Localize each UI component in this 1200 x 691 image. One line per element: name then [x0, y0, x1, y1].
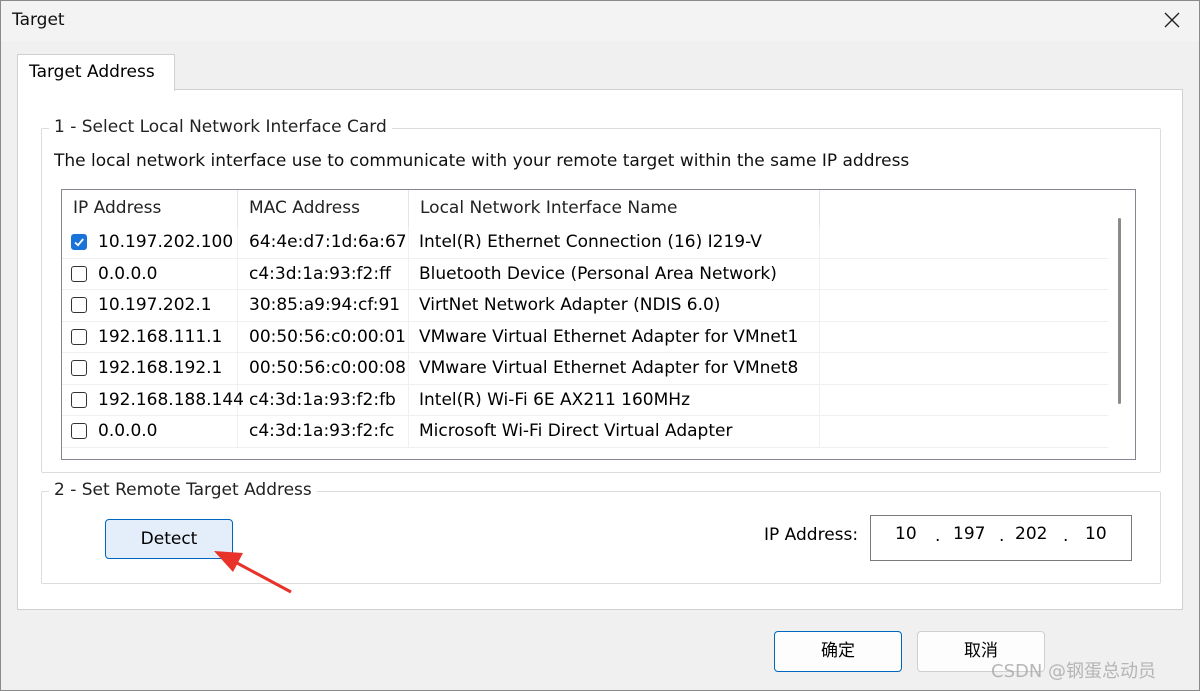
cell-ip: 10.197.202.1	[62, 290, 238, 321]
detect-button[interactable]: Detect	[105, 519, 233, 559]
row-checkbox[interactable]	[71, 360, 87, 376]
network-interface-list[interactable]: IP Address MAC Address Local Network Int…	[61, 189, 1136, 460]
interface-name-text: Intel(R) Wi-Fi 6E AX211 160MHz	[419, 389, 690, 410]
cell-interface-name: Intel(R) Wi-Fi 6E AX211 160MHz	[409, 384, 820, 416]
ip-octet-4[interactable]: 10	[1085, 524, 1107, 544]
cell-mac: 30:85:a9:94:cf:91	[238, 290, 409, 321]
ip-address-text: 0.0.0.0	[98, 421, 158, 441]
cell-ip: 192.168.111.1	[62, 321, 238, 353]
list-header: IP Address MAC Address Local Network Int…	[62, 190, 1108, 227]
row-checkbox[interactable]	[71, 265, 87, 282]
ip-octet-3[interactable]: 202	[1015, 524, 1047, 544]
section1-legend: 1 - Select Local Network Interface Card	[49, 117, 392, 137]
ip-octet-1[interactable]: 10	[895, 524, 917, 544]
ip-address-text: 192.168.188.144	[98, 389, 245, 410]
title-bar: Target	[1, 1, 1199, 41]
row-checkbox[interactable]	[71, 234, 87, 250]
column-header-ip[interactable]: IP Address	[62, 190, 238, 227]
ip-dot: .	[999, 526, 1005, 546]
row-checkbox[interactable]	[71, 328, 87, 345]
table-row[interactable]: 10.197.202.1 30:85:a9:94:cf:91 VirtNet Net…	[62, 290, 1108, 321]
ip-octet-2[interactable]: 197	[953, 524, 985, 544]
section2-legend: 2 - Set Remote Target Address	[49, 480, 317, 500]
ip-address-label: IP Address:	[764, 525, 859, 545]
cell-ip: 0.0.0.0	[62, 416, 238, 447]
interface-name-text: Microsoft Wi-Fi Direct Virtual Adapter	[419, 421, 733, 441]
ip-dot: .	[1063, 526, 1069, 546]
interface-name-text: VirtNet Network Adapter (NDIS 6.0)	[419, 295, 721, 315]
close-button[interactable]	[1149, 1, 1195, 39]
ok-button[interactable]: 确定	[774, 631, 902, 672]
target-dialog: Target Target Address 1 - Select Local N…	[0, 0, 1200, 691]
mac-address-text: 30:85:a9:94:cf:91	[249, 295, 401, 315]
row-checkbox[interactable]	[71, 423, 87, 439]
section1-description: The local network interface use to commu…	[54, 151, 910, 171]
cell-mac: 64:4e:d7:1d:6a:67	[238, 227, 409, 258]
table-row[interactable]: 192.168.192.1 00:50:56:c0:00:08 VMware Vir…	[62, 353, 1108, 384]
mac-address-text: 64:4e:d7:1d:6a:67	[249, 232, 407, 252]
cell-mac: c4:3d:1a:93:f2:fc	[238, 416, 409, 447]
scrollbar-thumb[interactable]	[1118, 218, 1121, 404]
table-row[interactable]: 0.0.0.0 c4:3d:1a:93:f2:fc Microsoft Wi-Fi …	[62, 416, 1108, 447]
ip-address-text: 10.197.202.100	[98, 232, 234, 252]
table-row[interactable]: 192.168.188.144 c4:3d:1a:93:f2:fb Intel(R)…	[62, 384, 1108, 416]
table-row[interactable]: 0.0.0.0 c4:3d:1a:93:f2:ff Bluetooth Device…	[62, 258, 1108, 290]
mac-address-text: 00:50:56:c0:00:01	[249, 326, 406, 347]
vertical-scrollbar[interactable]	[1108, 190, 1134, 459]
ip-address-text: 10.197.202.1	[98, 295, 212, 315]
cell-mac: 00:50:56:c0:00:08	[238, 353, 409, 384]
tab-target-address[interactable]: Target Address	[17, 54, 175, 91]
tab-label: Target Address	[29, 62, 155, 82]
column-header-name[interactable]: Local Network Interface Name	[409, 190, 820, 227]
interface-name-text: VMware Virtual Ethernet Adapter for VMne…	[419, 326, 799, 347]
cell-mac: c4:3d:1a:93:f2:ff	[238, 258, 409, 290]
cell-ip: 0.0.0.0	[62, 258, 238, 290]
cell-interface-name: VMware Virtual Ethernet Adapter for VMne…	[409, 353, 820, 384]
cell-ip: 10.197.202.100	[62, 227, 238, 258]
table-row[interactable]: 10.197.202.100 64:4e:d7:1d:6a:67 Intel(R) …	[62, 227, 1108, 258]
close-icon	[1164, 12, 1180, 28]
ip-address-text: 192.168.192.1	[98, 358, 223, 378]
cell-interface-name: Bluetooth Device (Personal Area Network)	[409, 258, 820, 290]
interface-name-text: Bluetooth Device (Personal Area Network)	[419, 263, 777, 284]
mac-address-text: c4:3d:1a:93:f2:fb	[249, 389, 396, 410]
watermark: CSDN @钢蛋总动员	[991, 661, 1157, 682]
window-title: Target	[12, 10, 65, 30]
cell-interface-name: Microsoft Wi-Fi Direct Virtual Adapter	[409, 416, 820, 447]
cell-interface-name: VMware Virtual Ethernet Adapter for VMne…	[409, 321, 820, 353]
cell-interface-name: Intel(R) Ethernet Connection (16) I219-V	[409, 227, 820, 258]
mac-address-text: c4:3d:1a:93:f2:fc	[249, 421, 395, 441]
cell-ip: 192.168.192.1	[62, 353, 238, 384]
interface-name-text: Intel(R) Ethernet Connection (16) I219-V	[419, 232, 762, 252]
cell-mac: 00:50:56:c0:00:01	[238, 321, 409, 353]
table-row[interactable]: 192.168.111.1 00:50:56:c0:00:01 VMware Vir…	[62, 321, 1108, 353]
row-checkbox[interactable]	[71, 391, 87, 408]
ip-dot: .	[935, 526, 941, 546]
ip-address-text: 192.168.111.1	[98, 326, 223, 347]
ip-address-text: 0.0.0.0	[98, 263, 158, 284]
cell-ip: 192.168.188.144	[62, 384, 244, 416]
row-checkbox[interactable]	[71, 297, 87, 313]
interface-name-text: VMware Virtual Ethernet Adapter for VMne…	[419, 358, 799, 378]
column-header-mac[interactable]: MAC Address	[238, 190, 409, 227]
ip-address-field[interactable]: 10 . 197 . 202 . 10	[870, 515, 1132, 561]
cell-interface-name: VirtNet Network Adapter (NDIS 6.0)	[409, 290, 820, 321]
mac-address-text: c4:3d:1a:93:f2:ff	[249, 263, 391, 284]
cell-mac: c4:3d:1a:93:f2:fb	[238, 384, 409, 416]
mac-address-text: 00:50:56:c0:00:08	[249, 358, 406, 378]
row-divider	[62, 446, 1108, 448]
checkmark-icon	[74, 238, 84, 247]
